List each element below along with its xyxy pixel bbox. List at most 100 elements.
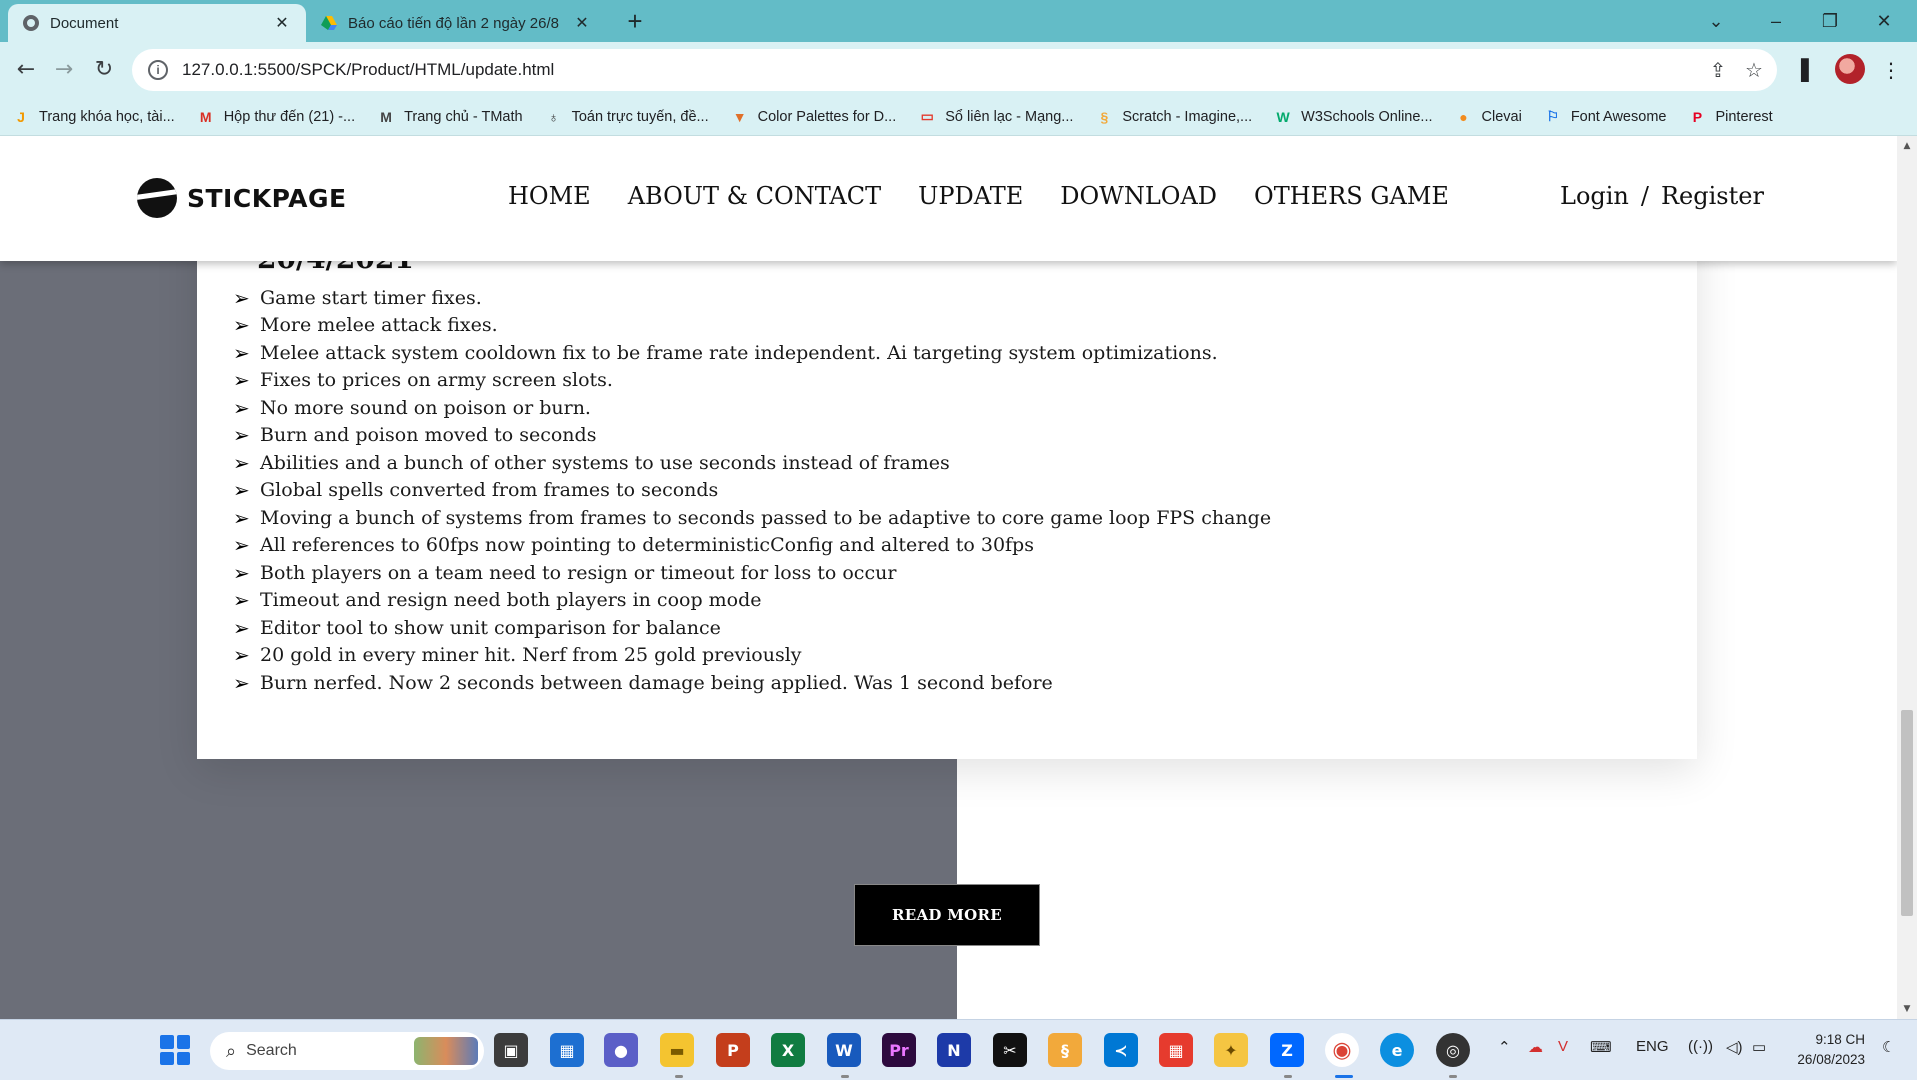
reload-icon[interactable]: ↻ <box>88 54 120 86</box>
minimize-icon[interactable]: – <box>1756 6 1796 36</box>
list-item: ➢ No more sound on poison or burn. <box>233 395 591 420</box>
task-view-icon[interactable]: ▣ <box>494 1033 528 1067</box>
edge-icon[interactable]: e <box>1380 1033 1414 1067</box>
taskbar-clock[interactable]: 9:18 CH 26/08/2023 <box>1785 1030 1865 1070</box>
register-link[interactable]: Register <box>1661 182 1764 210</box>
bookmark-item[interactable]: ▼ Color Palettes for D... <box>731 108 897 126</box>
list-item: ➢ Global spells converted from frames to … <box>233 478 719 503</box>
menu-icon[interactable]: ⋮ <box>1875 54 1907 86</box>
list-item: ➢ 20 gold in every miner hit. Nerf from 2… <box>233 643 802 668</box>
scrollbar-thumb[interactable] <box>1901 710 1913 916</box>
close-tab-icon[interactable]: ✕ <box>272 13 292 33</box>
vietkey-tray-icon[interactable]: V <box>1558 1038 1568 1055</box>
chrome-icon[interactable]: ◉ <box>1325 1033 1359 1067</box>
list-item: ➢ All references to 60fps now pointing to… <box>233 533 1034 558</box>
notifications-icon[interactable]: ☾ <box>1882 1038 1895 1056</box>
premiere-icon[interactable]: Pr <box>882 1033 916 1067</box>
close-tab-icon[interactable]: ✕ <box>572 13 592 33</box>
flag-icon: ⚐ <box>1546 108 1560 124</box>
read-more-button[interactable]: READ MORE <box>854 884 1040 946</box>
arrow-bullet-icon: ➢ <box>233 533 250 558</box>
powerpoint-icon[interactable]: P <box>716 1033 750 1067</box>
bookmark-item[interactable]: P Pinterest <box>1688 108 1773 126</box>
nav-download[interactable]: DOWNLOAD <box>1060 182 1217 210</box>
nav-home[interactable]: HOME <box>508 182 591 210</box>
word-icon[interactable]: W <box>827 1033 861 1067</box>
chat-icon[interactable]: ● <box>604 1033 638 1067</box>
excel-icon[interactable]: X <box>771 1033 805 1067</box>
bookmark-item[interactable]: ⚐ Font Awesome <box>1544 108 1667 126</box>
obs-icon[interactable]: ◎ <box>1436 1033 1470 1067</box>
widgets-icon[interactable]: ▦ <box>550 1033 584 1067</box>
forward-icon[interactable]: → <box>48 54 80 86</box>
tab-search-icon[interactable]: ⌄ <box>1696 6 1736 36</box>
scratch-app-icon[interactable]: § <box>1048 1033 1082 1067</box>
arrow-bullet-icon: ➢ <box>233 560 250 585</box>
vscode-icon[interactable]: ≺ <box>1104 1033 1138 1067</box>
bookmark-item[interactable]: M Trang chủ - TMath <box>377 108 522 126</box>
restore-icon[interactable]: ❐ <box>1810 6 1850 36</box>
login-link[interactable]: Login <box>1560 182 1629 210</box>
gmail-icon: M <box>199 108 212 125</box>
url-text[interactable]: 127.0.0.1:5500/SPCK/Product/HTML/update.… <box>182 60 554 80</box>
wifi-icon[interactable]: ((·)) <box>1688 1038 1713 1055</box>
windows-start-icon[interactable] <box>160 1035 190 1065</box>
profile-avatar[interactable] <box>1835 54 1865 84</box>
arrow-bullet-icon: ➢ <box>233 478 250 503</box>
nav-about-contact[interactable]: ABOUT & CONTACT <box>628 182 881 210</box>
close-window-icon[interactable]: ✕ <box>1864 6 1904 36</box>
bookmark-item[interactable]: ▭ Sổ liên lạc - Mạng... <box>918 108 1074 126</box>
list-item: ➢ Moving a bunch of systems from frames t… <box>233 505 1272 530</box>
antivirus-tray-icon[interactable]: ☁ <box>1528 1038 1543 1056</box>
zalo-icon[interactable]: Z <box>1270 1033 1304 1067</box>
site-info-icon[interactable]: i <box>148 60 168 80</box>
bookmark-item[interactable]: M Hộp thư đến (21) -... <box>197 108 355 126</box>
tray-overflow-icon[interactable]: ⌃ <box>1498 1038 1511 1056</box>
logo-text: STICKPAGE <box>187 183 347 213</box>
bookmark-item[interactable]: § Scratch - Imagine,... <box>1095 108 1252 126</box>
tab-document[interactable]: Document ✕ <box>8 4 306 42</box>
notion-like-icon[interactable]: N <box>937 1033 971 1067</box>
site-logo[interactable]: STICKPAGE <box>137 178 347 218</box>
page-scrollbar[interactable]: ▲ ▼ <box>1897 136 1917 1019</box>
share-icon[interactable]: ⇪ <box>1700 49 1736 91</box>
arrow-bullet-icon: ➢ <box>233 615 250 640</box>
list-item: ➢ Game start timer fixes. <box>233 285 482 310</box>
bookmark-star-icon[interactable]: ☆ <box>1736 49 1772 91</box>
capcut-icon[interactable]: ✂ <box>993 1033 1027 1067</box>
new-tab-button[interactable]: + <box>620 8 650 36</box>
arrow-bullet-icon: ➢ <box>233 643 250 668</box>
list-item: ➢ Timeout and resign need both players in… <box>233 588 762 613</box>
scratch-icon: § <box>1100 108 1109 125</box>
keyboard-tray-icon[interactable]: ⌨ <box>1590 1038 1612 1056</box>
arrow-bullet-icon: ➢ <box>233 423 250 448</box>
google-drive-icon <box>320 14 338 32</box>
side-panel-icon[interactable]: ▌ <box>1793 54 1825 86</box>
list-item: ➢ Burn and poison moved to seconds <box>233 423 597 448</box>
tab-title: Document <box>50 14 119 32</box>
tab-report[interactable]: Báo cáo tiến độ lần 2 ngày 26/8 ✕ <box>306 4 606 42</box>
language-indicator[interactable]: ENG <box>1636 1038 1669 1055</box>
scroll-down-arrow-icon[interactable]: ▼ <box>1897 1001 1917 1017</box>
dragon-app-icon[interactable]: ✦ <box>1214 1033 1248 1067</box>
auth-separator: / <box>1640 182 1649 210</box>
bookmark-item[interactable]: ● Clevai <box>1455 108 1522 126</box>
battery-icon[interactable]: ▭ <box>1752 1038 1766 1056</box>
address-bar[interactable]: i 127.0.0.1:5500/SPCK/Product/HTML/updat… <box>132 49 1777 91</box>
bookmark-item[interactable]: W W3Schools Online... <box>1274 108 1433 126</box>
back-icon[interactable]: ← <box>10 54 42 86</box>
file-explorer-icon[interactable]: ▬ <box>660 1033 694 1067</box>
nav-others-game[interactable]: OTHERS GAME <box>1254 182 1449 210</box>
list-item: ➢ Editor tool to show unit comparison for… <box>233 615 721 640</box>
volume-icon[interactable]: ◁) <box>1726 1038 1743 1056</box>
scroll-up-arrow-icon[interactable]: ▲ <box>1897 138 1917 154</box>
office-apps-icon[interactable]: ▦ <box>1159 1033 1193 1067</box>
windows-taskbar: ⌕ Search ▣ ▦ ● ▬ P X W Pr N ✂ § ≺ ▦ ✦ Z … <box>0 1019 1917 1080</box>
bookmark-item[interactable]: ♁ Toán trực tuyến, đề... <box>545 108 708 126</box>
list-item: ➢ Burn nerfed. Now 2 seconds between dama… <box>233 670 1053 695</box>
browser-tab-strip: Document ✕ Báo cáo tiến độ lần 2 ngày 26… <box>0 0 1917 42</box>
taskbar-search[interactable]: ⌕ Search <box>210 1032 484 1070</box>
bookmark-item[interactable]: J Trang khóa học, tài... <box>12 108 175 126</box>
nav-update[interactable]: UPDATE <box>918 182 1023 210</box>
running-indicator <box>1449 1075 1457 1078</box>
